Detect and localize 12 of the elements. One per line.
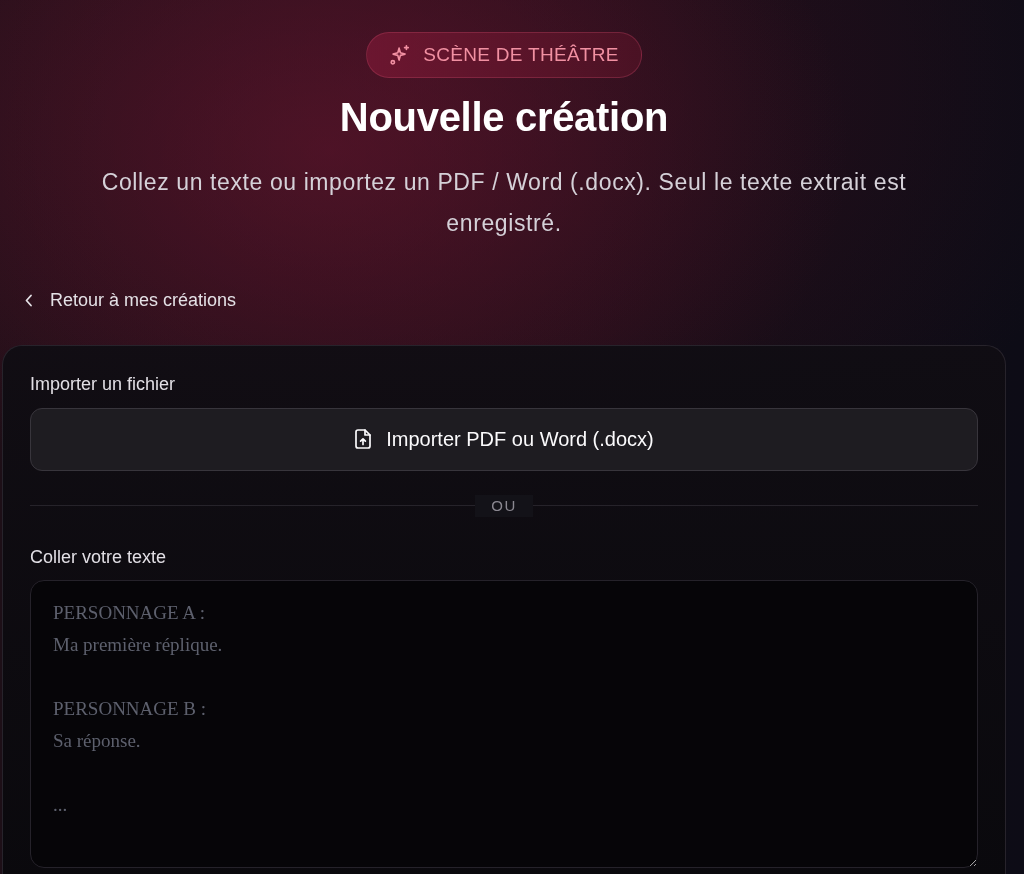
category-badge: SCÈNE DE THÉÂTRE — [366, 32, 642, 78]
sparkles-icon — [389, 44, 412, 66]
chevron-left-icon — [24, 294, 34, 307]
separator-label: OU — [475, 494, 533, 517]
import-file-button[interactable]: Importer PDF ou Word (.docx) — [30, 407, 978, 471]
import-label: Importer un fichier — [30, 374, 177, 396]
paste-label: Coller votre texte — [30, 546, 168, 569]
file-upload-icon — [354, 429, 373, 450]
text-input-area[interactable]: PERSONNAGE A : Ma première réplique. PERSONNAGE B : Sa réponse. ... — [30, 580, 978, 869]
page-subtitle: Collez un texte ou importez un PDF / Word (.docx). Seul le texte extrait est enregistré. — [100, 168, 908, 238]
page-title: Nouvelle création — [339, 94, 669, 140]
back-link[interactable]: Retour à mes créations — [24, 287, 237, 314]
